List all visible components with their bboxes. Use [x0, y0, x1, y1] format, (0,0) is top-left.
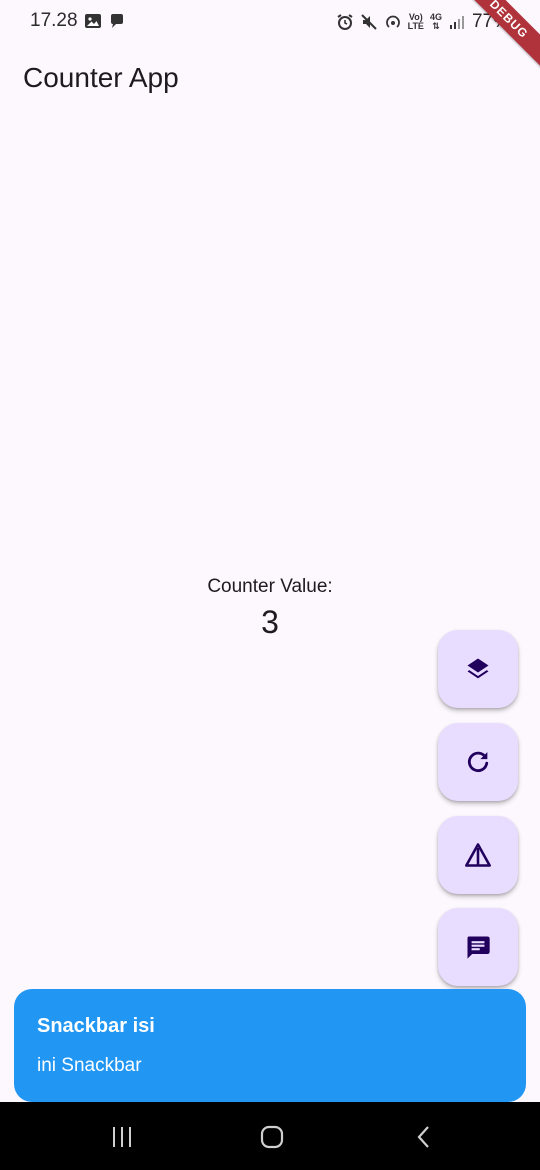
system-nav-bar [0, 1102, 540, 1170]
alarm-icon [337, 14, 353, 30]
status-right-icons: Vo) LTE 4G ⇅ 77% [336, 11, 510, 33]
status-left-icons [84, 12, 126, 30]
home-icon [260, 1125, 284, 1149]
layers-icon [467, 658, 489, 679]
snackbar-message: ini Snackbar [37, 1055, 142, 1076]
recent-apps-icon [113, 1127, 131, 1147]
gallery-icon [85, 14, 101, 28]
back-icon [417, 1126, 429, 1148]
status-bar: 17.28 Vo) LTE 4G ⇅ 77% [0, 0, 540, 44]
warning-button[interactable] [438, 816, 518, 894]
volte-icon: Vo) LTE [408, 13, 424, 31]
data-arrows-icon: ⇅ [432, 21, 440, 31]
mute-icon [360, 14, 377, 30]
home-button[interactable] [252, 1122, 292, 1152]
app-screen: 17.28 Vo) LTE 4G ⇅ 77% DEBUG Counter App… [0, 0, 540, 1170]
counter-label: Counter Value: [207, 576, 333, 597]
layers-button[interactable] [438, 630, 518, 708]
network-type-icon: 4G ⇅ [430, 13, 442, 31]
message-icon [467, 936, 490, 959]
chat-bubble-icon [111, 14, 123, 28]
page-title: Counter App [23, 62, 179, 93]
signal-icon [449, 16, 464, 29]
recent-apps-button[interactable] [102, 1122, 142, 1152]
status-time: 17.28 [30, 10, 78, 31]
back-button[interactable] [404, 1122, 444, 1152]
hotspot-icon [385, 15, 400, 28]
snackbar-title: Snackbar isi [37, 1015, 155, 1037]
refresh-icon [467, 751, 489, 773]
snackbar: Snackbar isi ini Snackbar [14, 989, 526, 1102]
reset-button[interactable] [438, 723, 518, 801]
snackbar-button[interactable] [438, 908, 518, 986]
warning-icon [465, 843, 491, 867]
volte-bottom-label: LTE [407, 21, 424, 31]
app-bar: Counter App [0, 44, 540, 116]
